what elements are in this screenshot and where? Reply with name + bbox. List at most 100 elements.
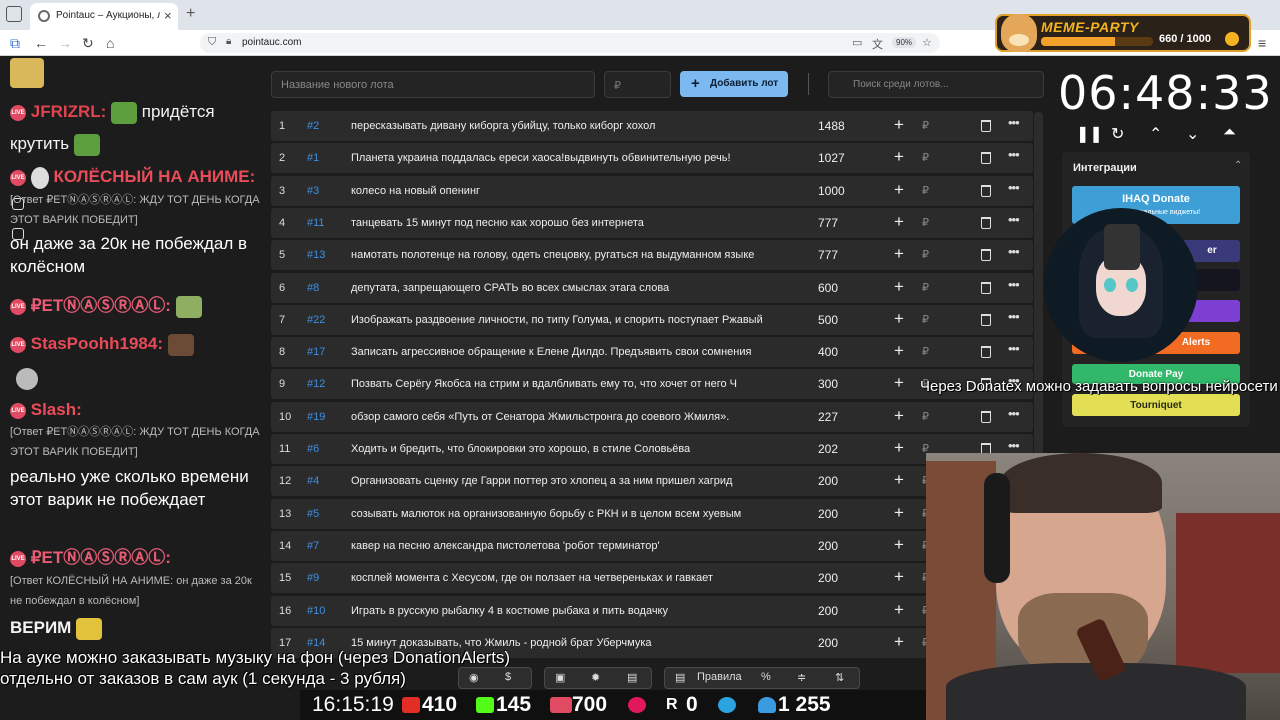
lot-price-input[interactable]: ₽ [604, 71, 671, 98]
lot-name[interactable]: Организовать сценку где Гарри поттер это… [351, 475, 789, 487]
rules-button[interactable]: Правила [697, 671, 742, 683]
bookmark-star-icon[interactable]: ☆ [922, 36, 932, 49]
browser-tab[interactable]: Pointauc – Аукционы, лотереи × [30, 3, 178, 30]
add-amount-icon[interactable]: + [894, 632, 904, 652]
add-amount-icon[interactable]: + [894, 406, 904, 426]
lot-name[interactable]: депутата, запрещающего СРАТЬ во всех смы… [351, 282, 789, 294]
add-amount-icon[interactable]: + [894, 212, 904, 232]
lot-name[interactable]: пересказывать дивану киборга убийцу, тол… [351, 120, 789, 132]
table-row[interactable]: 16 #10 Играть в русскую рыбалку 4 в костюм… [271, 595, 1033, 626]
rules-icon[interactable]: ▤ [675, 671, 685, 684]
add-amount-icon[interactable]: + [894, 277, 904, 297]
lot-id[interactable]: #22 [307, 314, 325, 326]
lot-amount[interactable]: 600 [818, 281, 838, 295]
close-tab-icon[interactable]: × [164, 8, 172, 23]
lot-id[interactable]: #14 [307, 637, 325, 649]
dollar-icon[interactable]: $ [505, 671, 511, 683]
lot-id[interactable]: #11 [307, 217, 325, 229]
lot-amount[interactable]: 227 [818, 410, 838, 424]
lot-id[interactable]: #7 [307, 540, 319, 552]
lot-name[interactable]: Записать агрессивное обращение к Елене Д… [351, 346, 789, 358]
add-amount-icon[interactable]: + [894, 147, 904, 167]
table-row[interactable]: 15 #9 косплей момента с Хесусом, где он по… [271, 563, 1033, 594]
url-text[interactable]: pointauc.com [242, 37, 301, 48]
percent-icon[interactable]: % [761, 671, 771, 683]
trash-icon[interactable] [981, 313, 991, 326]
lot-id[interactable]: #12 [307, 378, 325, 390]
table-row[interactable]: 12 #4 Организовать сценку где Гарри поттер… [271, 466, 1033, 497]
split-icon[interactable]: ≑ [797, 671, 806, 684]
forward-icon[interactable]: → [58, 35, 72, 51]
translate-icon[interactable]: 文 [872, 36, 883, 52]
add-amount-icon[interactable]: + [894, 503, 904, 523]
add-amount-icon[interactable]: + [894, 373, 904, 393]
ruble-icon[interactable]: ₽ [922, 216, 929, 229]
add-amount-icon[interactable]: + [894, 180, 904, 200]
collapse-icon[interactable]: ⌃ [1234, 160, 1242, 171]
zoom-badge[interactable]: 90% [892, 37, 917, 48]
table-row[interactable]: 10 #19 обзор самого себя «Путь от Сенатора… [271, 401, 1033, 432]
github-icon[interactable]: ◉ [469, 671, 479, 684]
lot-name[interactable]: Планета украина поддалась ереси хаоса!вы… [351, 152, 789, 164]
lot-amount[interactable]: 200 [818, 571, 838, 585]
lot-name[interactable]: Изображать раздвоение личности, по типу … [351, 314, 789, 326]
trash-icon[interactable] [981, 184, 991, 197]
lot-name[interactable]: намотать полотенце на голову, одеть спец… [351, 249, 789, 261]
more-icon[interactable]: ••• [1008, 277, 1020, 292]
tab-list-icon[interactable] [6, 6, 22, 22]
lot-amount[interactable]: 400 [818, 345, 838, 359]
table-row[interactable]: 5 #13 намотать полотенце на голову, одеть … [271, 240, 1033, 271]
table-row[interactable]: 4 #11 танцевать 15 минут под песню как хор… [271, 207, 1033, 238]
add-amount-icon[interactable]: + [894, 115, 904, 135]
sort-icon[interactable]: ⇅ [835, 671, 844, 684]
table-row[interactable]: 8 #17 Записать агрессивное обращение к Еле… [271, 337, 1033, 368]
chevron-up-icon[interactable]: ⌃ [1149, 124, 1162, 144]
lot-id[interactable]: #13 [307, 249, 325, 261]
add-amount-icon[interactable]: + [894, 309, 904, 329]
lot-name[interactable]: Позвать Серёгу Якобса на стрим и вдалбли… [351, 378, 789, 390]
lot-amount[interactable]: 777 [818, 248, 838, 262]
lot-name[interactable]: созывать малюток на организованную борьб… [351, 508, 789, 520]
ruble-icon[interactable]: ₽ [922, 281, 929, 294]
table-row[interactable]: 9 #12 Позвать Серёгу Якобса на стрим и вда… [271, 369, 1033, 400]
reader-icon[interactable]: ▭ [852, 36, 862, 49]
trash-icon[interactable] [981, 346, 991, 359]
trash-icon[interactable] [981, 152, 991, 165]
more-icon[interactable]: ••• [1008, 438, 1020, 453]
add-amount-icon[interactable]: + [894, 244, 904, 264]
lot-name[interactable]: кавер на песню александра пистолетова 'р… [351, 540, 789, 552]
lot-name[interactable]: обзор самого себя «Путь от Сенатора Жмил… [351, 411, 789, 423]
ruble-icon[interactable]: ₽ [922, 248, 929, 261]
home-icon[interactable]: ⌂ [106, 35, 114, 51]
ruble-icon[interactable]: ₽ [922, 313, 929, 326]
table-row[interactable]: 3 #3 колесо на новый опенинг 1000 + ₽ ••• [271, 175, 1033, 206]
trash-icon[interactable] [981, 120, 991, 132]
address-bar[interactable]: ⛉ 🔒︎ pointauc.com ▭ 文 90% ☆ [200, 33, 940, 53]
lot-id[interactable]: #9 [307, 572, 319, 584]
lot-amount[interactable]: 1027 [818, 151, 845, 165]
lot-name[interactable]: колесо на новый опенинг [351, 185, 789, 197]
lot-amount[interactable]: 300 [818, 377, 838, 391]
lot-amount[interactable]: 1488 [818, 119, 845, 133]
lot-name[interactable]: танцевать 15 минут под песню как хорошо … [351, 217, 789, 229]
search-lots-input[interactable]: Поиск среди лотов... [828, 71, 1044, 98]
bug-icon[interactable]: ✹ [591, 671, 600, 684]
ruble-icon[interactable]: ₽ [922, 151, 929, 164]
lot-id[interactable]: #8 [307, 282, 319, 294]
more-icon[interactable]: ••• [1008, 309, 1020, 324]
add-amount-icon[interactable]: + [894, 567, 904, 587]
table-row[interactable]: 14 #7 кавер на песню александра пистолетов… [271, 530, 1033, 561]
lot-amount[interactable]: 777 [818, 216, 838, 230]
lot-name[interactable]: Играть в русскую рыбалку 4 в костюме рыб… [351, 605, 789, 617]
trash-icon[interactable] [981, 410, 991, 423]
more-icon[interactable]: ••• [1008, 147, 1020, 162]
reload-icon[interactable]: ↻ [82, 35, 94, 52]
table-row[interactable]: 2 #1 Планета украина поддалась ереси хаоса… [271, 143, 1033, 174]
lot-amount[interactable]: 200 [818, 539, 838, 553]
menu-icon[interactable]: ≡ [1258, 35, 1266, 51]
tourniquet-button[interactable]: Tourniquet [1072, 394, 1240, 416]
add-amount-icon[interactable]: + [894, 438, 904, 458]
more-icon[interactable]: ••• [1008, 406, 1020, 421]
add-amount-icon[interactable]: + [894, 341, 904, 361]
add-amount-icon[interactable]: + [894, 470, 904, 490]
